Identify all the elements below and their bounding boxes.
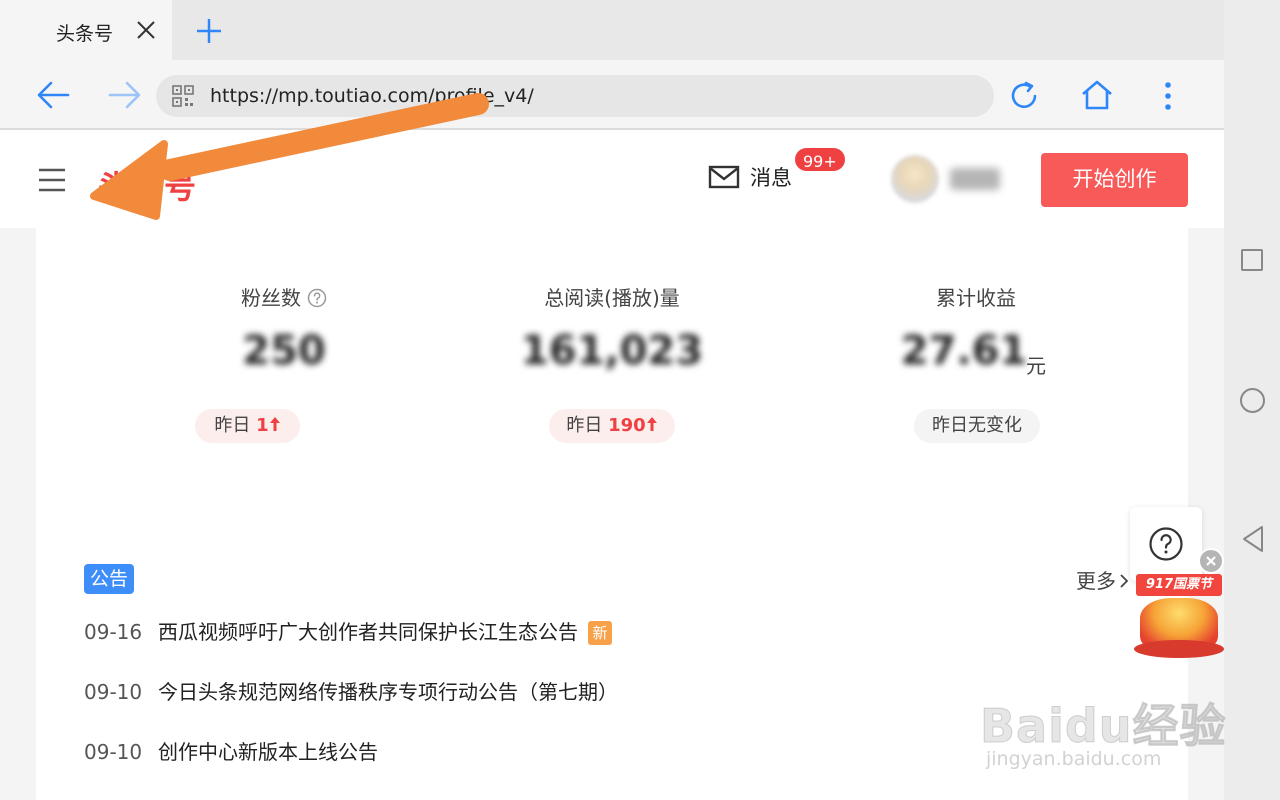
reload-icon[interactable]: [1008, 80, 1040, 112]
messages-link[interactable]: 消息: [750, 162, 792, 192]
system-nav-bar: [1224, 0, 1280, 800]
announcement-item[interactable]: 09-16 西瓜视频呼吁广大创作者共同保护长江生态公告新: [84, 616, 612, 646]
stat-label: 粉丝数: [114, 282, 454, 311]
plus-icon[interactable]: [194, 16, 224, 46]
more-link[interactable]: 更多: [1076, 565, 1130, 594]
stat-label: 总阅读(播放)量: [544, 286, 680, 310]
browser-tab[interactable]: 头条号: [0, 0, 172, 60]
back-triangle-icon[interactable]: [1240, 524, 1266, 554]
home-circle-icon[interactable]: [1240, 388, 1265, 413]
address-bar[interactable]: https://mp.toutiao.com/profile_v4/: [156, 75, 994, 117]
announcement-title[interactable]: 创作中心新版本上线公告: [158, 740, 378, 764]
recents-icon[interactable]: [1241, 249, 1263, 271]
arrow-left-icon[interactable]: [36, 80, 70, 110]
announcement-tag: 公告: [84, 564, 135, 594]
arrow-up-icon: [269, 417, 280, 431]
hamburger-menu-icon[interactable]: [38, 168, 66, 192]
announcement-date: 09-10: [84, 680, 143, 704]
browser-toolbar: https://mp.toutiao.com/profile_v4/: [0, 60, 1224, 130]
stat-change-badge: 昨日 190: [549, 409, 675, 443]
question-circle-icon[interactable]: [307, 288, 327, 308]
new-badge: 新: [588, 621, 612, 645]
stat-change-badge: 昨日无变化: [914, 409, 1040, 443]
close-icon[interactable]: [1198, 548, 1224, 574]
promo-widget[interactable]: 917国票节: [1132, 548, 1224, 660]
stat-label: 累计收益: [936, 286, 1016, 310]
stat-value: 27.61: [900, 328, 1028, 374]
more-vertical-icon[interactable]: [1156, 80, 1180, 112]
chevron-right-icon: [1120, 574, 1129, 588]
web-page: 头条号 消息 99+ 开始创作 粉丝数 250 昨日 1 总阅读(播放)量 16…: [0, 132, 1224, 800]
close-icon[interactable]: [134, 18, 158, 42]
browser-tab-bar: 头条号: [0, 0, 1224, 60]
qr-code-icon[interactable]: [172, 85, 194, 107]
tab-title: 头条号: [56, 23, 114, 45]
mail-icon[interactable]: [708, 165, 740, 189]
start-creating-button[interactable]: 开始创作: [1041, 153, 1188, 207]
stat-value: 250: [242, 328, 326, 374]
announcement-title[interactable]: 西瓜视频呼吁广大创作者共同保护长江生态公告: [158, 620, 578, 644]
avatar[interactable]: [890, 154, 940, 204]
announcement-title[interactable]: 今日头条规范网络传播秩序专项行动公告（第七期）: [158, 680, 618, 704]
url-text[interactable]: https://mp.toutiao.com/profile_v4/: [210, 85, 534, 107]
site-header: 头条号 消息 99+ 开始创作: [0, 132, 1224, 228]
messages-count-badge: 99+: [793, 146, 847, 173]
home-icon[interactable]: [1080, 78, 1114, 112]
stat-unit: 元: [1026, 354, 1046, 378]
gift-base-icon: [1134, 640, 1224, 658]
stat-change-badge: 昨日 1: [195, 409, 300, 443]
announcement-item[interactable]: 09-10 今日头条规范网络传播秩序专项行动公告（第七期）: [84, 676, 618, 706]
arrow-up-icon: [646, 417, 657, 431]
announcement-date: 09-16: [84, 620, 143, 644]
dashboard-card: 粉丝数 250 昨日 1 总阅读(播放)量 161,023 昨日 190 累计收…: [36, 228, 1188, 800]
arrow-right-icon[interactable]: [108, 80, 142, 110]
announcement-item[interactable]: 09-10 创作中心新版本上线公告: [84, 736, 378, 766]
site-logo[interactable]: 头条号: [98, 162, 197, 208]
stat-value: 161,023: [520, 328, 704, 374]
username-blurred[interactable]: [950, 168, 1000, 190]
promo-tag: 917国票节: [1136, 574, 1222, 596]
announcement-date: 09-10: [84, 740, 143, 764]
